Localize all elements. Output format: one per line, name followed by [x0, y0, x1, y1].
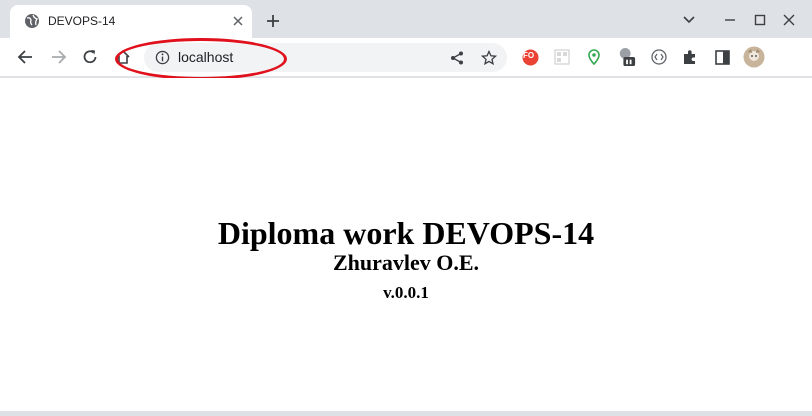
- window-bottom-border: [0, 411, 812, 416]
- tab-close-icon[interactable]: [230, 13, 246, 29]
- bookmark-star-icon[interactable]: [480, 49, 498, 67]
- maximize-icon[interactable]: [750, 10, 770, 30]
- side-panel-icon[interactable]: [713, 48, 731, 66]
- minimize-icon[interactable]: [720, 10, 740, 30]
- tab-title: DEVOPS-14: [48, 14, 116, 28]
- profile-avatar[interactable]: [743, 46, 765, 68]
- home-button[interactable]: [112, 46, 134, 68]
- extensions-puzzle-icon[interactable]: [681, 48, 699, 66]
- browser-toolbar: localhost FO: [0, 38, 812, 77]
- profile-switch-extension-icon[interactable]: [618, 48, 636, 66]
- qr-extension-icon[interactable]: [553, 48, 571, 66]
- code-extension-icon[interactable]: [650, 48, 668, 66]
- tab-devops[interactable]: DEVOPS-14: [10, 5, 252, 38]
- url-text[interactable]: localhost: [178, 49, 233, 66]
- tab-strip: DEVOPS-14: [0, 0, 812, 38]
- map-pin-extension-icon[interactable]: [585, 48, 603, 66]
- fo-extension-label: FO: [523, 51, 535, 60]
- close-window-icon[interactable]: [779, 10, 799, 30]
- new-tab-button[interactable]: [263, 11, 283, 31]
- back-button[interactable]: [14, 46, 36, 68]
- share-icon[interactable]: [448, 49, 466, 67]
- address-bar[interactable]: localhost: [144, 43, 507, 72]
- author-name: Zhuravlev O.E.: [332, 250, 480, 275]
- page-heading-block: Diploma work DEVOPS-14 Zhuravlev O.E. v.…: [0, 214, 812, 303]
- globe-icon: [25, 14, 39, 28]
- tab-search-chevron-icon[interactable]: [679, 10, 699, 30]
- page-title: Diploma work DEVOPS-14: [217, 215, 595, 251]
- fo-extension-icon[interactable]: FO: [521, 48, 539, 66]
- site-info-icon[interactable]: [155, 50, 170, 65]
- reload-button[interactable]: [79, 46, 101, 68]
- forward-button[interactable]: [48, 46, 70, 68]
- version-label: v.0.0.1: [383, 283, 429, 302]
